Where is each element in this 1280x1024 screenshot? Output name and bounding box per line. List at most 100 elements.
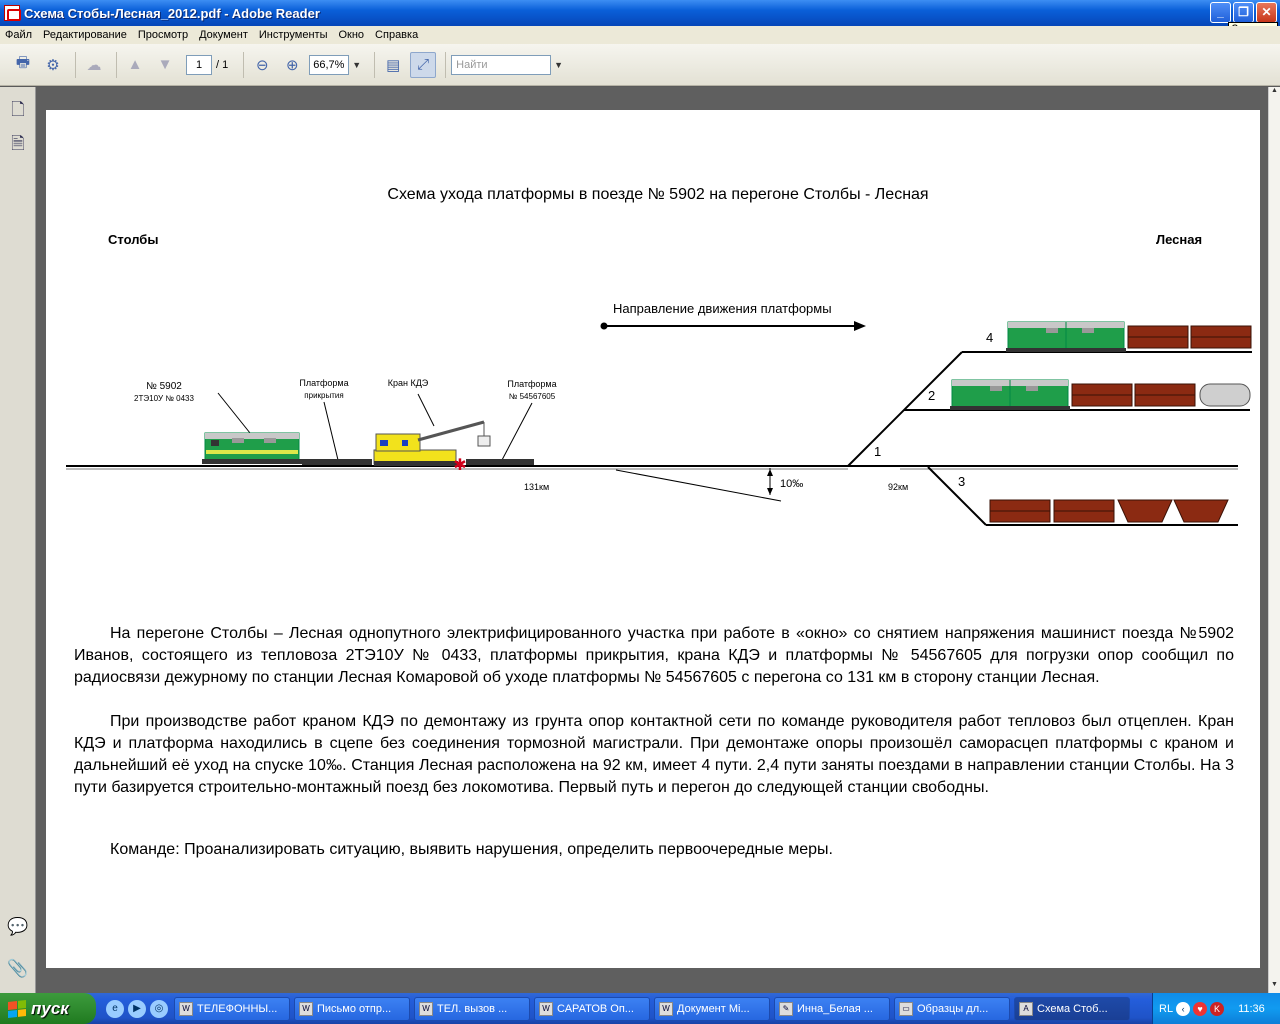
track-3-train bbox=[989, 499, 1229, 523]
direction-arrow-start bbox=[600, 322, 608, 330]
zoom-input[interactable]: 66,7% bbox=[309, 54, 350, 75]
platform-label-2: № 54567605 bbox=[509, 392, 556, 401]
browser-icon[interactable]: ◎ bbox=[150, 999, 168, 1018]
task-button[interactable]: W САРАТОВ Оп... bbox=[534, 996, 650, 1021]
prev-page-icon[interactable]: ▲ bbox=[122, 52, 148, 78]
vertical-scrollbar[interactable]: ▲ ▼ bbox=[1268, 87, 1280, 993]
doc-icon: W bbox=[419, 1001, 433, 1016]
locomotive-2te10u bbox=[202, 432, 302, 464]
slope-label: 10‰ bbox=[780, 478, 803, 490]
km-92-label: 92км bbox=[888, 482, 908, 492]
menu-help[interactable]: Справка bbox=[370, 29, 424, 41]
navigation-panel: 🗋 🗎 💬 📎 bbox=[0, 87, 36, 993]
task-button[interactable]: W ТЕЛ. вызов ... bbox=[414, 996, 530, 1021]
page-number-input[interactable]: 1 bbox=[186, 54, 212, 75]
track-4-label: 4 bbox=[986, 330, 993, 345]
document-area: Схема ухода платформы в поезде № 5902 на… bbox=[36, 87, 1268, 993]
track-1-label: 1 bbox=[874, 444, 881, 459]
track-3-label: 3 bbox=[958, 474, 965, 489]
windows-flag-icon bbox=[8, 999, 26, 1018]
track-2-label: 2 bbox=[928, 388, 935, 403]
pdf-icon: A bbox=[1019, 1001, 1033, 1016]
menu-bar: Файл Редактирование Просмотр Документ Ин… bbox=[0, 26, 1280, 44]
pdf-page: Схема ухода платформы в поезде № 5902 на… bbox=[46, 110, 1260, 968]
language-indicator[interactable]: RL bbox=[1159, 1003, 1173, 1015]
taskbar: пуск e ▶ ◎ W ТЕЛЕФОННЫ... W Письмо отпр...… bbox=[0, 993, 1280, 1024]
folder-icon: ▭ bbox=[899, 1001, 913, 1016]
scroll-down-icon[interactable]: ▼ bbox=[1269, 981, 1280, 993]
doc-title: Схема ухода платформы в поезде № 5902 на… bbox=[387, 186, 928, 203]
bookmarks-icon[interactable]: 🗎 bbox=[7, 131, 29, 155]
restore-button[interactable]: ❐ bbox=[1233, 2, 1254, 23]
attachments-icon[interactable]: 📎 bbox=[7, 959, 29, 983]
comments-icon[interactable]: 💬 bbox=[7, 917, 29, 941]
back-icon[interactable]: ‹ bbox=[1176, 1001, 1191, 1016]
ie-icon[interactable]: e bbox=[106, 999, 124, 1018]
menu-tools[interactable]: Инструменты bbox=[254, 29, 334, 41]
zoom-out-icon[interactable]: ⊖ bbox=[249, 52, 275, 78]
task-button[interactable]: ▭ Образцы дл... bbox=[894, 996, 1010, 1021]
menu-file[interactable]: Файл bbox=[0, 29, 38, 41]
antivirus-icon[interactable]: K bbox=[1210, 1001, 1225, 1016]
heart-icon[interactable]: ♥ bbox=[1193, 1001, 1208, 1016]
direction-arrow-head bbox=[854, 321, 866, 331]
menu-window[interactable]: Окно bbox=[333, 29, 370, 41]
platform-label-1: Платформа bbox=[507, 379, 556, 389]
paragraph-1: На перегоне Столбы – Лесная однопутного … bbox=[74, 625, 1234, 686]
task-button[interactable]: W ТЕЛЕФОННЫ... bbox=[174, 996, 290, 1021]
paragraph-3: Команде: Проанализировать ситуацию, выяв… bbox=[110, 841, 833, 858]
cover-label-2: прикрытия bbox=[304, 391, 343, 400]
runaway-platform-54567605 bbox=[466, 459, 534, 465]
close-button[interactable]: ✕ bbox=[1256, 2, 1277, 23]
media-icon[interactable]: ▶ bbox=[128, 999, 146, 1018]
crane-label: Кран КДЭ bbox=[388, 378, 429, 388]
train-label-1: № 5902 bbox=[146, 381, 182, 392]
doc-icon: W bbox=[299, 1001, 313, 1016]
task-button[interactable]: W Документ Mi... bbox=[654, 996, 770, 1021]
coupling-break-icon: ✱ bbox=[453, 457, 466, 474]
switch-line-3 bbox=[927, 466, 987, 526]
km-131-label: 131км bbox=[524, 482, 549, 492]
station-right: Лесная bbox=[1156, 232, 1202, 247]
doc-icon: W bbox=[179, 1001, 193, 1016]
menu-view[interactable]: Просмотр bbox=[133, 29, 194, 41]
print-icon[interactable]: 🖶 bbox=[10, 52, 36, 78]
doc-icon: W bbox=[659, 1001, 673, 1016]
cover-platform bbox=[302, 459, 372, 465]
task-button[interactable]: ✎ Инна_Белая ... bbox=[774, 996, 890, 1021]
find-input[interactable]: Найти bbox=[451, 54, 552, 75]
zoom-in-icon[interactable]: ⊕ bbox=[279, 52, 305, 78]
task-button-active[interactable]: A Схема Стоб... bbox=[1014, 996, 1130, 1021]
image-icon: ✎ bbox=[779, 1001, 793, 1016]
find-dropdown-icon[interactable]: ▼ bbox=[554, 60, 563, 70]
slope-line bbox=[615, 469, 782, 502]
svg-text:✱: ✱ bbox=[453, 457, 466, 474]
scheme-diagram: Схема ухода платформы в поезде № 5902 на… bbox=[66, 186, 1252, 526]
track-4-train bbox=[1006, 321, 1252, 352]
paragraph-2: При производстве работ краном КДЭ по дем… bbox=[74, 713, 1234, 796]
hand-icon[interactable]: ☁ bbox=[81, 52, 107, 78]
cover-label-1: Платформа bbox=[299, 378, 348, 388]
task-button[interactable]: W Письмо отпр... bbox=[294, 996, 410, 1021]
train-label-2: 2ТЭ10У № 0433 bbox=[134, 394, 194, 403]
fit-width-icon[interactable]: ▤ bbox=[380, 52, 406, 78]
page-total: / 1 bbox=[216, 58, 229, 71]
fit-page-icon[interactable]: ⤢ bbox=[410, 51, 437, 78]
system-tray: RL ‹ ♥ K 11:36 bbox=[1152, 993, 1280, 1024]
start-button[interactable]: пуск bbox=[0, 993, 96, 1024]
menu-document[interactable]: Документ bbox=[194, 29, 254, 41]
scroll-up-icon[interactable]: ▲ bbox=[1269, 87, 1280, 99]
doc-icon: W bbox=[539, 1001, 553, 1016]
start-label: пуск bbox=[31, 998, 69, 1018]
clock: 11:36 bbox=[1238, 1002, 1265, 1015]
track-2-train bbox=[950, 379, 1251, 410]
next-page-icon[interactable]: ▼ bbox=[152, 52, 178, 78]
minimize-button[interactable]: _ bbox=[1210, 2, 1231, 23]
pdf-icon bbox=[4, 5, 21, 21]
pages-icon[interactable]: 🗋 bbox=[7, 97, 29, 121]
zoom-dropdown-icon[interactable]: ▼ bbox=[352, 60, 361, 70]
share-icon[interactable]: ⚙ bbox=[40, 52, 66, 78]
title-bar: Схема Стобы-Лесная_2012.pdf - Adobe Read… bbox=[0, 0, 1280, 26]
menu-edit[interactable]: Редактирование bbox=[38, 29, 133, 41]
toolbar: 🖶 ⚙ ☁ ▲ ▼ 1 / 1 ⊖ ⊕ 66,7% ▼ ▤ ⤢ Найти ▼ bbox=[0, 44, 1280, 86]
